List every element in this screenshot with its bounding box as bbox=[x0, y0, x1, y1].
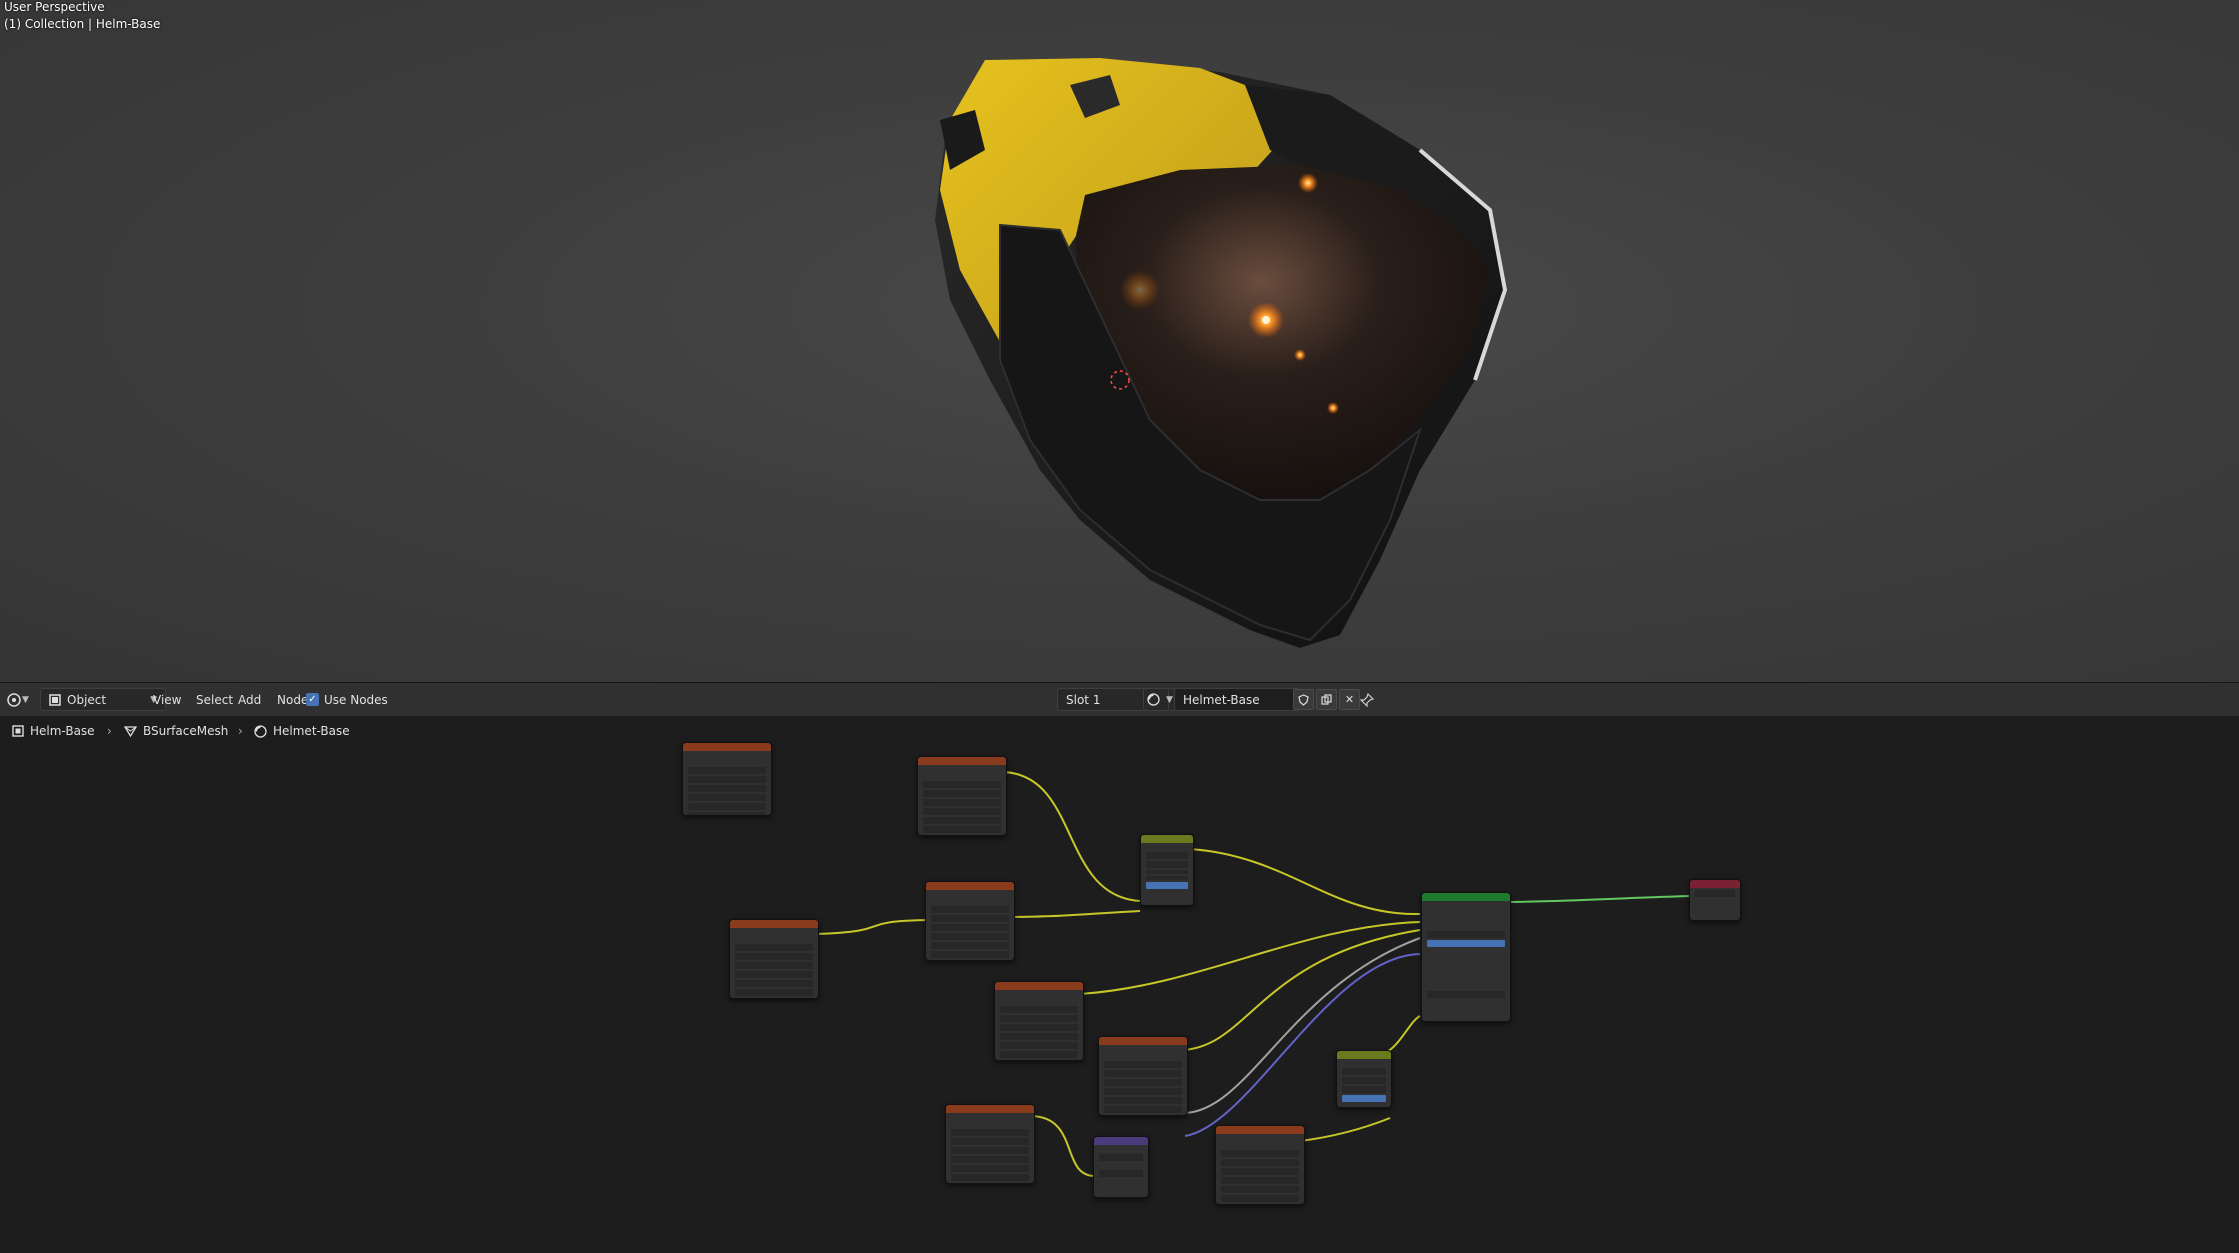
unlink-close-icon[interactable]: ✕ bbox=[1339, 689, 1360, 710]
node-canvas[interactable] bbox=[0, 716, 2239, 1253]
pin-button[interactable] bbox=[1360, 688, 1374, 711]
duplicate-icon[interactable] bbox=[1316, 689, 1337, 710]
mix-node[interactable] bbox=[1140, 834, 1194, 906]
mesh-icon bbox=[124, 725, 137, 737]
material-sphere-icon bbox=[1147, 693, 1160, 706]
pin-icon bbox=[1360, 692, 1374, 707]
image-texture-node[interactable] bbox=[945, 1104, 1035, 1184]
chevron-down-icon: ▼ bbox=[1166, 694, 1173, 705]
breadcrumb-object-label: Helm-Base bbox=[30, 724, 95, 738]
breadcrumb-mesh-label: BSurfaceMesh bbox=[143, 724, 229, 738]
chevron-down-icon: ▼ bbox=[22, 694, 29, 705]
3d-viewport[interactable]: User Perspective (1) Collection | Helm-B… bbox=[0, 0, 2239, 682]
image-texture-node[interactable] bbox=[1098, 1036, 1188, 1116]
menu-view[interactable]: View bbox=[146, 688, 188, 711]
material-name-field[interactable]: Helmet-Base bbox=[1174, 688, 1300, 711]
breadcrumb-mesh[interactable]: BSurfaceMesh bbox=[124, 724, 228, 738]
use-nodes-toggle[interactable]: ✓ Use Nodes bbox=[306, 688, 388, 711]
image-texture-node[interactable] bbox=[682, 742, 772, 816]
fake-user-shield-icon[interactable] bbox=[1293, 689, 1314, 710]
separate-color-node[interactable] bbox=[1336, 1050, 1392, 1108]
object-icon bbox=[12, 725, 24, 737]
slot-label: Slot 1 bbox=[1066, 692, 1101, 707]
chevron-right-icon: › bbox=[238, 724, 243, 738]
object-mode-icon bbox=[49, 693, 61, 706]
image-texture-node[interactable] bbox=[729, 919, 819, 999]
breadcrumb-object[interactable]: Helm-Base bbox=[12, 724, 95, 738]
menu-add[interactable]: Add bbox=[231, 688, 268, 711]
helmet-model[interactable] bbox=[0, 0, 2239, 682]
breadcrumb-material-label: Helmet-Base bbox=[273, 724, 350, 738]
viewport-collection-label: (1) Collection | Helm-Base bbox=[4, 17, 161, 31]
breadcrumb-material[interactable]: Helmet-Base bbox=[254, 724, 350, 738]
material-actions: ✕ bbox=[1293, 688, 1360, 711]
image-texture-node[interactable] bbox=[917, 756, 1007, 836]
normal-map-node[interactable] bbox=[1093, 1136, 1149, 1198]
material-sphere-icon bbox=[254, 724, 267, 738]
image-texture-node[interactable] bbox=[925, 881, 1015, 961]
image-texture-node[interactable] bbox=[994, 981, 1084, 1061]
material-name: Helmet-Base bbox=[1183, 692, 1260, 707]
chevron-right-icon: › bbox=[107, 724, 112, 738]
use-nodes-label: Use Nodes bbox=[324, 692, 388, 707]
viewport-perspective-label: User Perspective bbox=[4, 0, 105, 14]
material-output-node[interactable] bbox=[1689, 879, 1741, 921]
editor-type-button[interactable]: ▼ bbox=[6, 688, 29, 711]
mode-label: Object bbox=[67, 692, 107, 707]
node-editor-icon bbox=[6, 692, 22, 708]
principled-bsdf-node[interactable] bbox=[1421, 892, 1511, 1022]
material-browse-button[interactable]: ▼ bbox=[1143, 688, 1173, 711]
checkmark-icon[interactable]: ✓ bbox=[306, 693, 319, 706]
image-texture-node[interactable] bbox=[1215, 1125, 1305, 1205]
node-editor-header: ▼ Object ▼ View Select Add Node ✓ Use No… bbox=[0, 682, 2239, 717]
